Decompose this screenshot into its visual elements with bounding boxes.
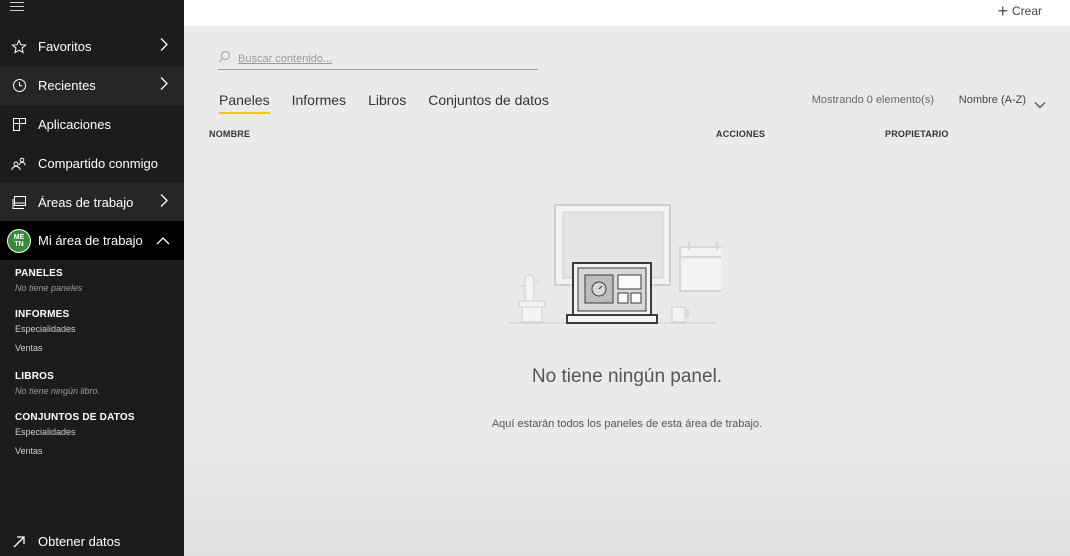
nav-recents-label: Recientes	[38, 78, 96, 93]
section-workbooks: LIBROS No tiene ningún libro.	[15, 371, 175, 396]
section-datasets: CONJUNTOS DE DATOS Especialidades Ventas	[15, 412, 175, 456]
tab-datasets[interactable]: Conjuntos de datos	[428, 92, 549, 114]
nav-workspaces[interactable]: Áreas de trabajo	[0, 183, 184, 222]
list-item[interactable]: Especialidades	[15, 427, 175, 437]
arrow-up-right-icon	[10, 533, 28, 551]
chevron-right-icon[interactable]	[160, 37, 168, 56]
chevron-down-icon[interactable]	[1034, 96, 1046, 114]
get-data-button[interactable]: Obtener datos	[0, 522, 184, 556]
nav-recents[interactable]: Recientes	[0, 66, 184, 105]
nav-favorites[interactable]: Favoritos	[0, 27, 184, 66]
create-button[interactable]: + Crear	[997, 2, 1042, 20]
section-reports: INFORMES Especialidades Ventas	[15, 309, 175, 353]
apps-icon	[10, 116, 28, 134]
section-heading[interactable]: PANELES	[15, 268, 175, 279]
section-heading[interactable]: INFORMES	[15, 309, 175, 320]
section-dashboards: PANELES No tiene paneles	[15, 268, 175, 293]
content-tabs: Paneles Informes Libros Conjuntos de dat…	[219, 92, 549, 114]
empty-state-title: No tiene ningún panel.	[531, 366, 723, 387]
workspaces-icon	[10, 194, 28, 212]
search-input[interactable]: Buscar contenido...	[218, 50, 538, 70]
nav-my-workspace[interactable]: ME TN Mi área de trabajo	[0, 221, 184, 260]
nav-shared-with-me[interactable]: Compartido conmigo	[0, 144, 184, 183]
nav-my-workspace-label: Mi área de trabajo	[38, 233, 143, 248]
plus-icon: +	[997, 1, 1008, 21]
column-header-actions: ACCIONES	[716, 129, 766, 139]
tab-workbooks[interactable]: Libros	[368, 92, 406, 114]
clock-icon	[10, 77, 28, 95]
laptop	[566, 262, 658, 324]
calendar	[679, 242, 721, 292]
content-area: Buscar contenido... Paneles Informes Lib…	[184, 26, 1070, 556]
chevron-up-icon[interactable]	[156, 232, 170, 250]
nav-apps-label: Aplicaciones	[38, 117, 111, 132]
hamburger-menu-icon[interactable]	[10, 2, 24, 12]
avatar-initials-bottom: TN	[14, 240, 24, 248]
nav-apps[interactable]: Aplicaciones	[0, 105, 184, 144]
shared-people-icon	[10, 155, 28, 173]
nav-workspaces-label: Áreas de trabajo	[38, 195, 134, 210]
column-header-owner[interactable]: PROPIETARIO	[885, 129, 949, 139]
column-header-name[interactable]: NOMBRE	[209, 129, 250, 139]
empty-note: No tiene paneles	[15, 283, 83, 293]
get-data-label: Obtener datos	[38, 534, 121, 549]
section-heading[interactable]: LIBROS	[15, 371, 175, 382]
workspace-avatar: ME TN	[7, 228, 31, 253]
star-icon	[10, 38, 28, 56]
coffee-cup	[671, 306, 689, 323]
list-item[interactable]: Ventas	[15, 343, 175, 353]
nav-shared-label: Compartido conmigo	[38, 156, 158, 171]
top-bar: + Crear	[184, 0, 1070, 26]
empty-note: No tiene ningún libro.	[15, 386, 101, 396]
empty-state-subtitle: Aquí estarán todos los paneles de esta á…	[491, 418, 763, 430]
section-heading[interactable]: CONJUNTOS DE DATOS	[15, 412, 175, 423]
tab-reports[interactable]: Informes	[292, 92, 346, 114]
create-label: Crear	[1011, 4, 1042, 18]
list-item[interactable]: Ventas	[15, 446, 175, 456]
item-count: Mostrando 0 elemento(s)	[811, 94, 934, 106]
chevron-right-icon[interactable]	[160, 76, 168, 95]
nav-favorites-label: Favoritos	[38, 39, 92, 54]
avatar-initials-top: ME	[13, 233, 25, 241]
empty-dashboard-illustration	[509, 204, 721, 324]
chevron-right-icon[interactable]	[160, 193, 168, 212]
plant-pot	[518, 274, 546, 323]
list-item[interactable]: Especialidades	[15, 324, 175, 334]
search-placeholder: Buscar contenido...	[238, 53, 333, 65]
left-nav-pane: Favoritos Recientes Aplicaciones Compart…	[0, 0, 184, 556]
tab-dashboards[interactable]: Paneles	[219, 92, 270, 114]
sort-dropdown[interactable]: Nombre (A-Z)	[959, 94, 1026, 106]
search-icon	[218, 50, 231, 68]
